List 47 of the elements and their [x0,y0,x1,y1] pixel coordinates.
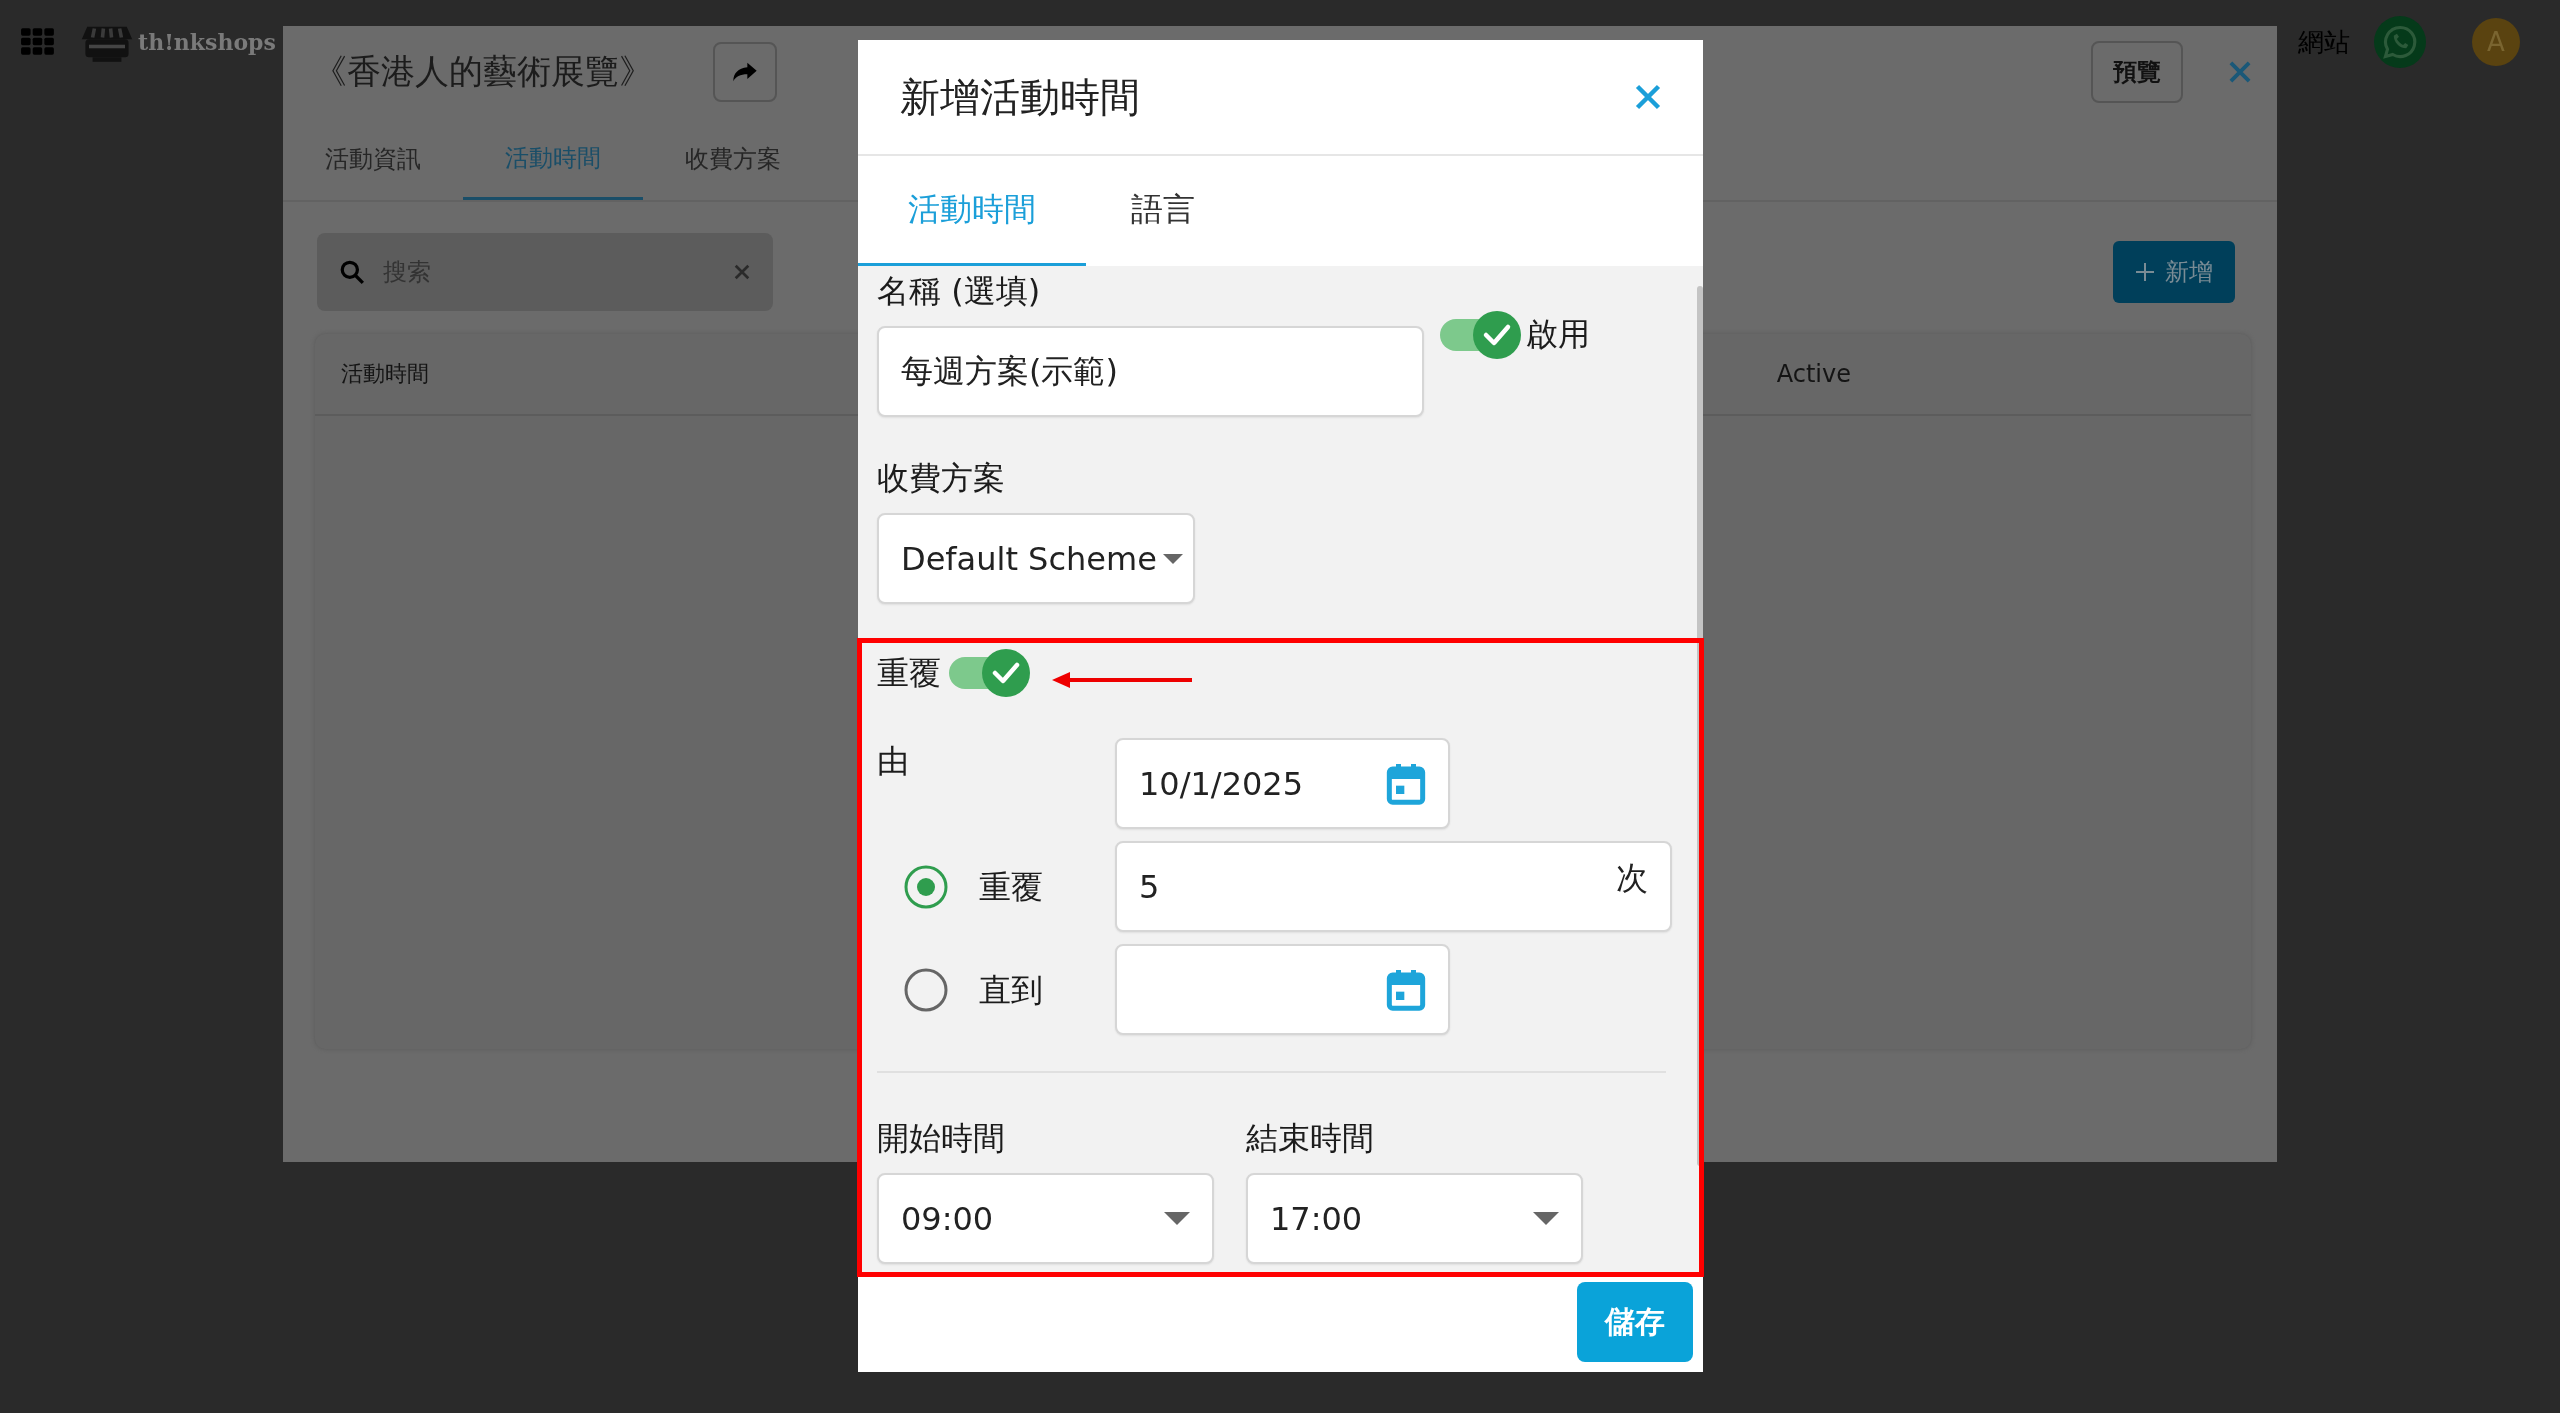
field-label: 開始時間 [877,1118,1006,1159]
clear-icon[interactable] [733,263,751,281]
field-label: 結束時間 [1246,1118,1375,1159]
radio-button[interactable] [903,863,949,910]
caret-icon [1533,1212,1559,1225]
brand-logo-text[interactable]: th!nkshops [138,29,276,55]
caret-icon [1163,553,1183,564]
tab[interactable]: 活動時間 [463,118,643,200]
field-label: 名稱 (選填) [877,271,1042,312]
toggle-label: 重覆 [877,653,941,694]
search-icon [339,259,365,285]
toggle-label: 啟用 [1526,314,1590,355]
date-field[interactable] [1115,944,1450,1035]
radio-button[interactable] [903,966,949,1013]
chat-bubble-icon[interactable] [2374,16,2426,68]
calendar-icon[interactable] [1386,761,1426,806]
share-button[interactable] [713,42,777,102]
calendar-icon[interactable] [1386,967,1426,1012]
field-label: 由 [877,742,909,780]
dropdown[interactable]: 17:00 [1246,1173,1583,1264]
number-field[interactable]: 5 次 [1115,841,1672,932]
close-icon[interactable] [2227,59,2253,85]
dialog-title: 新增活動時間 [900,72,1141,122]
radio-label: 重覆 [979,866,1043,908]
date-field[interactable]: 10/1/2025 [1115,738,1450,829]
page-title: 《香港人的藝術展覽》 [313,50,653,93]
share-arrow-icon [731,60,759,84]
caret-icon [1164,1212,1190,1225]
dropdown[interactable]: Default Scheme [877,513,1195,604]
column-header: 活動時間 [341,360,429,388]
text-field[interactable]: 每週方案(示範) [877,326,1424,417]
toggle-switch[interactable] [947,648,1031,698]
add-button[interactable]: 新增 [2113,241,2235,303]
plus-icon [2135,262,2155,282]
field-label: 收費方案 [877,458,1006,499]
toggle-switch[interactable] [1438,310,1522,360]
unit-label: 次 [1616,858,1648,899]
tab[interactable]: 收費方案 [643,118,823,200]
preview-button[interactable]: 預覽 [2091,41,2183,103]
close-icon[interactable] [1633,82,1663,112]
column-header: Active [1776,360,1851,388]
radio-label: 直到 [979,969,1043,1011]
tab[interactable]: 語言 [1086,156,1286,266]
save-button[interactable]: 儲存 [1577,1282,1693,1362]
tab[interactable]: 活動資訊 [283,118,463,200]
scrollbar[interactable] [1697,286,1703,1166]
dropdown[interactable]: 09:00 [877,1173,1214,1264]
